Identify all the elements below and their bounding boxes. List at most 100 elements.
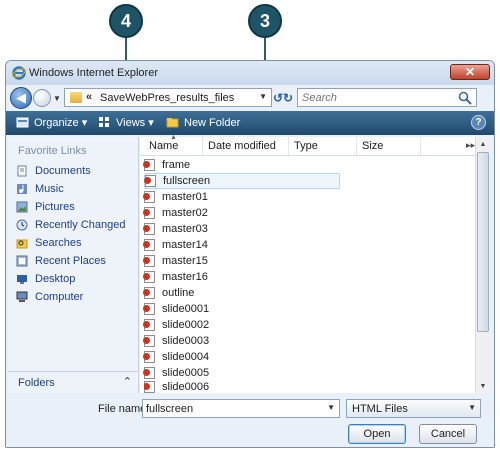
sidebar-item-label: Computer (35, 291, 84, 303)
sidebar-item-searches[interactable]: Searches (16, 235, 81, 251)
file-name: frame (162, 159, 191, 171)
scrollbar-thumb[interactable] (477, 152, 489, 332)
file-row[interactable]: outline (143, 285, 340, 301)
file-row[interactable]: master03 (143, 221, 340, 237)
navigation-pane: Favorite Links Documents Music Pictures … (8, 137, 139, 393)
html-file-icon (143, 239, 155, 251)
file-name: slide0003 (162, 335, 210, 347)
refresh-button[interactable]: ↺↻ (272, 89, 294, 106)
organize-label: Organize ▾ (34, 117, 88, 129)
file-type-select[interactable]: HTML Files ▼ (346, 399, 481, 418)
desktop-icon (17, 275, 27, 284)
column-divider[interactable] (420, 137, 421, 155)
address-row: ◀ ▼ « SaveWebPres_results_files ▼ ↺↻ (6, 85, 494, 111)
organize-icon (16, 117, 29, 128)
file-row[interactable]: master14 (143, 237, 340, 253)
folders-toggle[interactable]: Folders ⌃ (8, 371, 138, 394)
folder-icon (70, 92, 82, 103)
recent-places-icon (16, 255, 28, 267)
recent-pages-dropdown[interactable]: ▼ (53, 94, 61, 103)
vertical-scrollbar[interactable]: ▲ ▼ (475, 137, 490, 393)
searches-icon (16, 239, 28, 249)
file-list: Name ▲ Date modified Type Size ▸▸ frame … (140, 134, 490, 393)
html-file-icon (143, 367, 155, 379)
column-divider[interactable] (202, 137, 203, 155)
file-name: master03 (162, 223, 208, 235)
column-type[interactable]: Type (294, 140, 318, 152)
sidebar-item-label: Pictures (35, 201, 75, 213)
file-name: outline (162, 287, 195, 299)
new-folder-button[interactable]: New Folder (166, 116, 240, 129)
file-row[interactable]: frame (143, 157, 340, 173)
back-button[interactable]: ◀ (10, 87, 32, 109)
close-button[interactable]: ✕ (450, 64, 490, 80)
favorite-links-heading: Favorite Links (18, 145, 87, 157)
chevron-up-icon[interactable]: ⌃ (123, 375, 132, 388)
sidebar-item-documents[interactable]: Documents (16, 163, 91, 179)
file-name: master15 (162, 255, 208, 267)
file-row[interactable]: master16 (143, 269, 340, 285)
scroll-up-icon[interactable]: ▲ (476, 137, 490, 151)
internet-explorer-icon (12, 66, 26, 80)
address-bar[interactable]: « SaveWebPres_results_files ▼ (64, 88, 272, 107)
sidebar-item-recently-changed[interactable]: Recently Changed (16, 217, 126, 233)
breadcrumb-overflow-icon[interactable]: « (86, 91, 92, 103)
search-box[interactable] (297, 88, 477, 107)
html-file-icon (143, 287, 155, 299)
html-file-icon (143, 223, 155, 235)
organize-button[interactable]: Organize ▾ (16, 116, 87, 129)
column-name[interactable]: Name (149, 140, 178, 152)
more-columns-icon[interactable]: ▸▸ (466, 140, 475, 151)
file-name-input[interactable] (146, 401, 316, 416)
file-row[interactable]: master01 (143, 189, 340, 205)
search-icon[interactable] (458, 91, 472, 105)
file-row[interactable]: slide0001 (143, 301, 340, 317)
file-row[interactable]: slide0003 (143, 333, 340, 349)
forward-button[interactable] (33, 89, 51, 107)
file-row[interactable]: master02 (143, 205, 340, 221)
sidebar-item-label: Desktop (35, 273, 76, 285)
sidebar-item-desktop[interactable]: Desktop (16, 271, 75, 287)
file-name: slide0005 (162, 367, 210, 379)
music-icon (17, 184, 27, 194)
sidebar-item-label: Searches (35, 237, 82, 249)
column-divider[interactable] (356, 137, 357, 155)
cancel-button[interactable]: Cancel (419, 424, 477, 444)
refresh-icon: ↺↻ (272, 90, 294, 105)
sidebar-item-pictures[interactable]: Pictures (16, 199, 75, 215)
sidebar-item-label: Recent Places (35, 255, 106, 267)
file-name: master16 (162, 271, 208, 283)
breadcrumb-path[interactable]: SaveWebPres_results_files (100, 92, 234, 104)
html-file-icon (143, 351, 155, 363)
html-file-icon (143, 319, 155, 331)
file-row-selected[interactable]: fullscreen (144, 173, 340, 189)
column-date-modified[interactable]: Date modified (208, 140, 276, 152)
file-name: master02 (162, 207, 208, 219)
file-row[interactable]: slide0002 (143, 317, 340, 333)
html-file-icon (143, 255, 155, 267)
file-name-combo[interactable]: ▼ (142, 399, 340, 418)
file-row[interactable]: slide0006 (144, 381, 340, 393)
arrow-left-icon: ◀ (16, 90, 26, 105)
views-button[interactable]: Views ▾ (98, 116, 154, 129)
sidebar-item-computer[interactable]: Computer (16, 289, 83, 305)
chevron-down-icon[interactable]: ▼ (259, 92, 267, 101)
column-divider[interactable] (288, 137, 289, 155)
documents-icon (17, 165, 27, 177)
file-row[interactable]: slide0005 (143, 365, 340, 381)
file-row[interactable]: slide0004 (143, 349, 340, 365)
file-name: slide0002 (162, 319, 210, 331)
file-name: fullscreen (163, 175, 211, 187)
open-button[interactable]: Open (348, 424, 406, 444)
scroll-down-icon[interactable]: ▼ (476, 379, 490, 393)
help-button[interactable]: ? (471, 115, 486, 130)
column-size[interactable]: Size (362, 140, 383, 152)
search-input[interactable] (302, 90, 452, 105)
chevron-down-icon[interactable]: ▼ (468, 403, 476, 412)
chevron-down-icon[interactable]: ▼ (327, 403, 335, 412)
file-row[interactable]: master15 (143, 253, 340, 269)
new-folder-icon (166, 118, 179, 128)
sidebar-item-recent-places[interactable]: Recent Places (16, 253, 106, 269)
sidebar-item-music[interactable]: Music (16, 181, 64, 197)
sidebar-item-label: Recently Changed (35, 219, 126, 231)
